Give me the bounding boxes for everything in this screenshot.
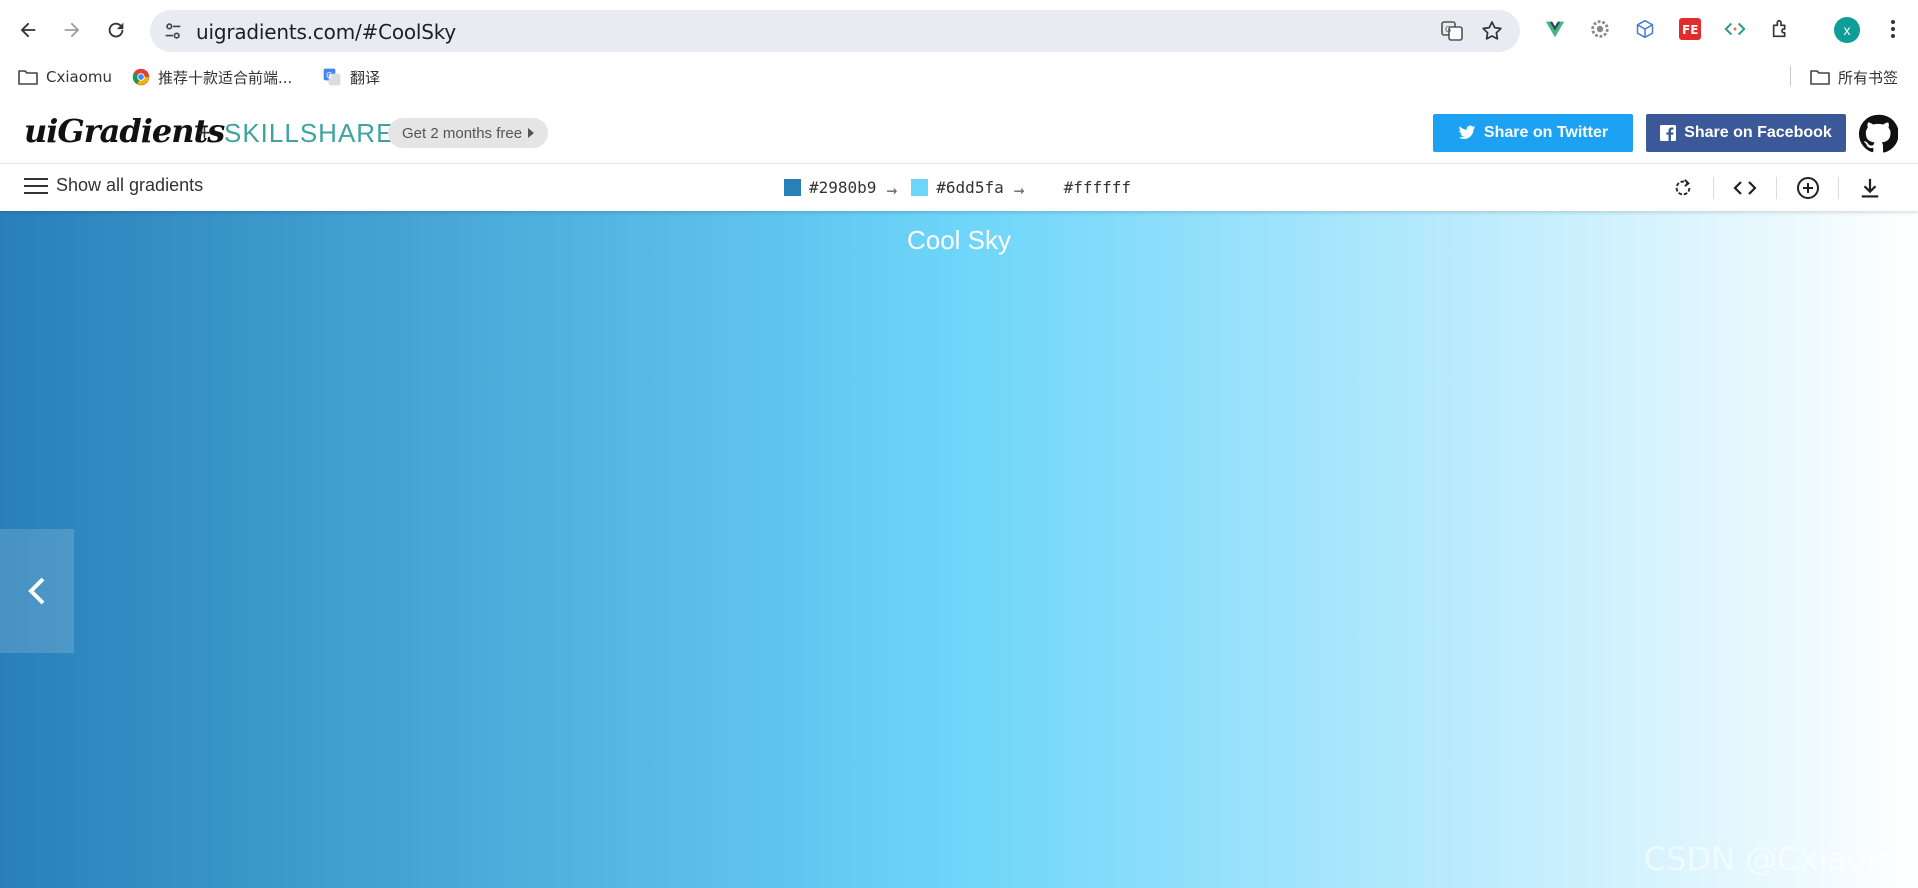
translate-icon: G [323, 68, 341, 86]
folder-icon [1810, 70, 1830, 85]
color-swatch[interactable] [784, 179, 801, 196]
reload-button[interactable] [98, 12, 134, 48]
svg-text:G: G [1445, 25, 1451, 34]
translate-page-icon[interactable]: G [1440, 19, 1464, 43]
code-icon [1733, 181, 1757, 195]
svg-text:FE: FE [1682, 23, 1698, 37]
reload-icon [108, 22, 124, 38]
rotate-icon [1675, 179, 1691, 196]
add-circle-icon [1797, 177, 1819, 199]
browser-menu-icon[interactable] [1880, 16, 1906, 42]
hamburger-menu-icon [24, 177, 48, 194]
gradient-toolbar: Show all gradients #2980b9 → #6dd5fa → #… [0, 165, 1918, 211]
gear-extension-icon[interactable] [1587, 16, 1613, 42]
cube-extension-icon[interactable] [1632, 16, 1658, 42]
color-hex[interactable]: #6dd5fa [936, 178, 1003, 197]
all-bookmarks[interactable]: 所有书签 [1810, 64, 1898, 90]
github-icon[interactable] [1858, 114, 1898, 154]
watermark-text: CSDN @Cxiaomu [1643, 840, 1918, 878]
twitter-icon [1458, 125, 1476, 140]
bookmark-translate[interactable]: G 翻译 [322, 64, 380, 90]
bookmark-cxiaomu[interactable]: Cxiaomu [18, 64, 112, 90]
fe-helper-icon[interactable]: FE [1677, 16, 1703, 42]
show-all-gradients-button[interactable]: Show all gradients [24, 175, 203, 196]
arrow-right-icon: → [1013, 180, 1025, 201]
caret-right-icon [528, 128, 535, 138]
gradient-color-stops: #2980b9 → #6dd5fa → #ffffff [784, 177, 1131, 201]
bookmark-star-icon[interactable] [1480, 19, 1504, 43]
color-swatch[interactable] [1038, 179, 1056, 196]
vue-devtools-icon[interactable] [1542, 16, 1568, 42]
svg-text:G: G [326, 71, 332, 80]
profile-avatar[interactable]: x [1834, 17, 1860, 43]
chrome-icon [132, 68, 150, 86]
facebook-icon [1660, 125, 1677, 141]
bookmarks-bar: Cxiaomu 推荐十款适合前端... G 翻译 所有书签 [0, 60, 1918, 94]
bookmarks-separator [1790, 66, 1791, 86]
site-header: uiGradients + SKILLSHARE Get 2 months fr… [0, 104, 1918, 164]
gradient-preview: Cool Sky CSDN @Cxiaomu [0, 211, 1918, 888]
folder-icon [18, 70, 38, 85]
toolbar-divider [1838, 177, 1839, 199]
skillshare-logo[interactable]: SKILLSHARE [224, 118, 394, 149]
download-icon [1861, 178, 1879, 198]
plus-sign: + [198, 120, 211, 145]
site-info-icon[interactable] [162, 20, 184, 42]
code-extension-icon[interactable] [1722, 16, 1748, 42]
share-twitter-button[interactable]: Share on Twitter [1433, 114, 1633, 152]
toolbar-divider [1713, 177, 1714, 199]
share-facebook-button[interactable]: Share on Facebook [1646, 114, 1846, 152]
add-gradient-button[interactable] [1796, 176, 1820, 200]
toolbar-divider [1776, 177, 1777, 199]
extensions-puzzle-icon[interactable] [1768, 16, 1794, 42]
forward-button[interactable] [54, 12, 90, 48]
address-bar[interactable]: uigradients.com/#CoolSky G [150, 10, 1520, 52]
get-css-button[interactable] [1733, 176, 1757, 200]
browser-toolbar: uigradients.com/#CoolSky G FE x [0, 0, 1918, 60]
back-arrow-icon [20, 22, 36, 38]
url-text[interactable]: uigradients.com/#CoolSky [196, 20, 456, 44]
color-swatch[interactable] [911, 179, 929, 196]
color-hex[interactable]: #ffffff [1064, 178, 1131, 197]
download-button[interactable] [1858, 176, 1882, 200]
color-hex[interactable]: #2980b9 [809, 178, 876, 197]
back-button[interactable] [10, 12, 46, 48]
arrow-right-icon: → [886, 180, 898, 201]
rotate-gradient-button[interactable] [1671, 176, 1695, 200]
chevron-left-icon [28, 577, 45, 605]
site-logo[interactable]: uiGradients [24, 112, 225, 150]
forward-arrow-icon [64, 22, 80, 38]
promo-badge[interactable]: Get 2 months free [388, 118, 549, 148]
previous-gradient-button[interactable] [0, 529, 74, 653]
gradient-title: Cool Sky [906, 225, 1012, 255]
bookmark-article[interactable]: 推荐十款适合前端... [132, 64, 292, 90]
